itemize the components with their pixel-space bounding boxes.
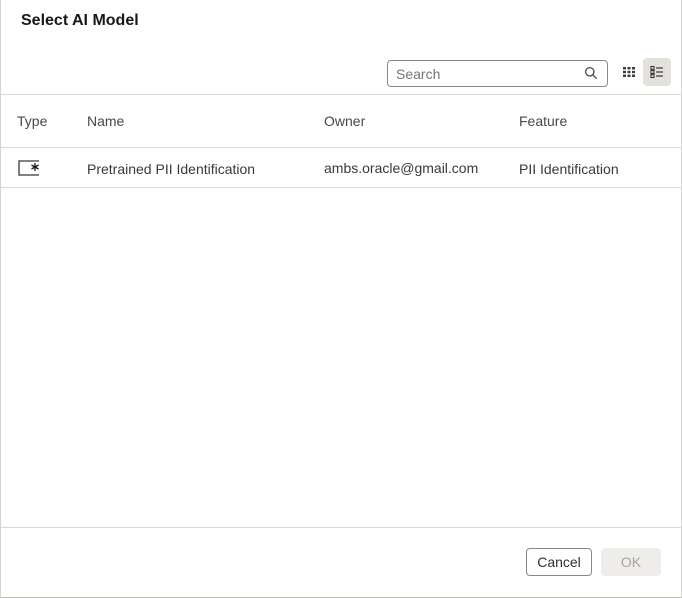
column-header-type[interactable]: Type [17, 113, 47, 129]
grid-icon [623, 67, 635, 77]
column-header-name[interactable]: Name [87, 113, 124, 129]
list-view-button[interactable] [643, 58, 671, 86]
ok-button[interactable]: OK [601, 548, 661, 576]
column-header-feature[interactable]: Feature [519, 113, 567, 129]
table-top-divider [1, 94, 681, 95]
footer-divider [1, 527, 681, 528]
header-divider [1, 147, 681, 148]
search-input[interactable] [388, 61, 578, 86]
column-header-owner[interactable]: Owner [324, 113, 365, 129]
row-divider [1, 187, 681, 188]
search-box[interactable] [387, 60, 608, 87]
row-owner: ambs.oracle@gmail.com [324, 160, 479, 176]
row-feature: PII Identification [519, 161, 619, 177]
model-asterisk-icon [18, 160, 39, 176]
cancel-button[interactable]: Cancel [526, 548, 592, 576]
select-ai-model-dialog: Select AI Model Type Name Owner [0, 0, 682, 598]
row-name: Pretrained PII Identification [87, 161, 256, 177]
search-icon[interactable] [584, 66, 598, 80]
list-icon [650, 65, 663, 79]
grid-view-button[interactable] [615, 58, 643, 86]
dialog-title: Select AI Model [21, 12, 139, 29]
